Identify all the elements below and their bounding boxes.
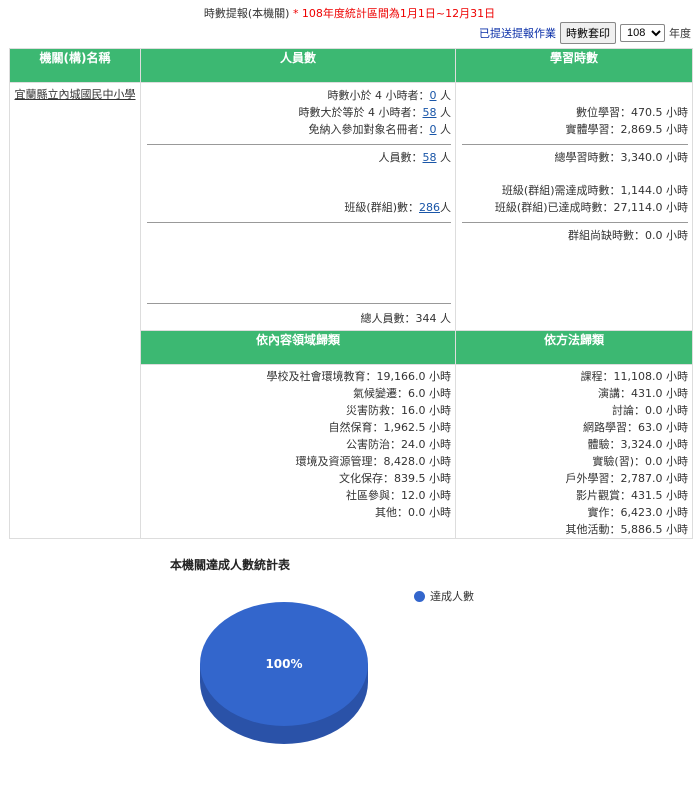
header-hours: 學習時數 <box>455 48 693 83</box>
ge4-row: 時數大於等於 4 小時者：58 人 <box>141 104 455 121</box>
count-row: 人員數：58 人 <box>141 149 455 166</box>
count-unit: 人 <box>436 151 451 164</box>
ge4-label: 時數大於等於 4 小時者： <box>298 106 423 119</box>
pie-slice-label: 100% <box>265 657 302 671</box>
divider <box>462 144 688 145</box>
domain-item: 環境及資源管理：8,428.0 小時 <box>295 455 451 468</box>
legend-label: 達成人數 <box>430 590 474 603</box>
domain-item: 自然保育：1,962.5 小時 <box>328 421 451 434</box>
divider <box>147 303 451 304</box>
toolbar: 已提送提報作業 時數套印 108 年度 <box>479 22 691 44</box>
divider <box>462 222 688 223</box>
domain-cell: 學校及社會環境教育：19,166.0 小時 氣候變遷：6.0 小時 災害防救：1… <box>140 364 456 539</box>
domain-item: 災害防救：16.0 小時 <box>346 404 451 417</box>
total-unit: 人 <box>436 312 451 325</box>
domain-item: 其他：0.0 小時 <box>375 506 451 519</box>
class-unit: 人 <box>440 201 451 214</box>
exempt-value[interactable]: 0 <box>430 123 437 136</box>
period-note: * 108年度統計區間為1月1日~12月31日 <box>292 7 496 20</box>
class-value[interactable]: 286 <box>419 201 440 214</box>
total-hours: 總學習時數：3,340.0 小時 <box>554 151 688 164</box>
less4-row: 時數小於 4 小時者：0 人 <box>141 87 455 104</box>
method-item: 戶外學習：2,787.0 小時 <box>565 472 688 485</box>
domain-item: 社區參與：12.0 小時 <box>346 489 451 502</box>
count-label: 人員數： <box>378 151 423 164</box>
physical-hours: 實體學習：2,869.5 小時 <box>565 123 688 136</box>
header-personnel: 人員數 <box>140 48 456 83</box>
digital-hours: 數位學習：470.5 小時 <box>576 106 688 119</box>
less4-unit: 人 <box>436 89 451 102</box>
total-value: 344 <box>415 312 437 325</box>
year-select[interactable]: 108 <box>620 24 665 42</box>
chart-title: 本機關達成人數統計表 <box>170 558 291 572</box>
less4-label: 時數小於 4 小時者： <box>327 89 430 102</box>
exempt-unit: 人 <box>436 123 451 136</box>
class-label: 班級(群組)數： <box>344 201 419 214</box>
agency-name-link[interactable]: 宜蘭縣立內城國民中小學 <box>15 88 136 101</box>
count-value[interactable]: 58 <box>423 151 437 164</box>
class-need-hours: 班級(群組)需達成時數：1,144.0 小時 <box>501 184 688 197</box>
domain-header: 依內容領域歸類 <box>140 330 456 365</box>
method-item: 討論：0.0 小時 <box>612 404 688 417</box>
submitted-link[interactable]: 已提送提報作業 <box>479 25 556 41</box>
less4-value[interactable]: 0 <box>430 89 437 102</box>
method-item: 影片觀賞：431.5 小時 <box>576 489 688 502</box>
divider <box>147 222 451 223</box>
page-header: 時數提報(本機關) * 108年度統計區間為1月1日~12月31日 <box>0 5 699 21</box>
pie-chart: 100% <box>200 602 368 744</box>
print-button[interactable]: 時數套印 <box>560 22 616 44</box>
personnel-cell: 時數小於 4 小時者：0 人 時數大於等於 4 小時者：58 人 免納入參加對象… <box>140 82 456 331</box>
total-row: 總人員數：344 人 <box>141 310 455 327</box>
domain-item: 公害防治：24.0 小時 <box>346 438 451 451</box>
domain-item: 文化保存：839.5 小時 <box>339 472 451 485</box>
class-row: 班級(群組)數：286人 <box>141 199 455 216</box>
total-label: 總人員數： <box>360 312 416 325</box>
chart-legend: 達成人數 <box>414 588 474 604</box>
domain-item: 學校及社會環境教育：19,166.0 小時 <box>266 370 451 383</box>
method-item: 實作：6,423.0 小時 <box>587 506 688 519</box>
method-item: 體驗：3,324.0 小時 <box>587 438 688 451</box>
method-item: 演講：431.0 小時 <box>598 387 688 400</box>
legend-dot <box>414 590 425 602</box>
page-title: 時數提報(本機關) <box>203 7 290 20</box>
ge4-value[interactable]: 58 <box>423 106 437 119</box>
method-item: 網路學習：63.0 小時 <box>583 421 688 434</box>
year-suffix: 年度 <box>669 27 691 40</box>
method-header: 依方法歸類 <box>455 330 693 365</box>
header-agency: 機關(構)名稱 <box>9 48 141 83</box>
agency-cell: 宜蘭縣立內城國民中小學 <box>9 82 141 539</box>
stats-table: 機關(構)名稱 人員數 學習時數 宜蘭縣立內城國民中小學 時數小於 4 小時者：… <box>9 48 693 539</box>
method-cell: 課程：11,108.0 小時 演講：431.0 小時 討論：0.0 小時 網路學… <box>455 364 693 539</box>
method-item: 實驗(習)：0.0 小時 <box>592 455 688 468</box>
exempt-row: 免納入參加對象名冊者：0 人 <box>141 121 455 138</box>
group-missing-hours: 群組尚缺時數：0.0 小時 <box>568 229 688 242</box>
exempt-label: 免納入參加對象名冊者： <box>308 123 430 136</box>
divider <box>147 144 451 145</box>
domain-item: 氣候變遷：6.0 小時 <box>353 387 451 400</box>
method-item: 其他活動：5,886.5 小時 <box>565 523 688 536</box>
ge4-unit: 人 <box>436 106 451 119</box>
hours-cell: 數位學習：470.5 小時 實體學習：2,869.5 小時 總學習時數：3,34… <box>455 82 693 331</box>
class-done-hours: 班級(群組)已達成時數：27,114.0 小時 <box>494 201 688 214</box>
method-item: 課程：11,108.0 小時 <box>580 370 688 383</box>
